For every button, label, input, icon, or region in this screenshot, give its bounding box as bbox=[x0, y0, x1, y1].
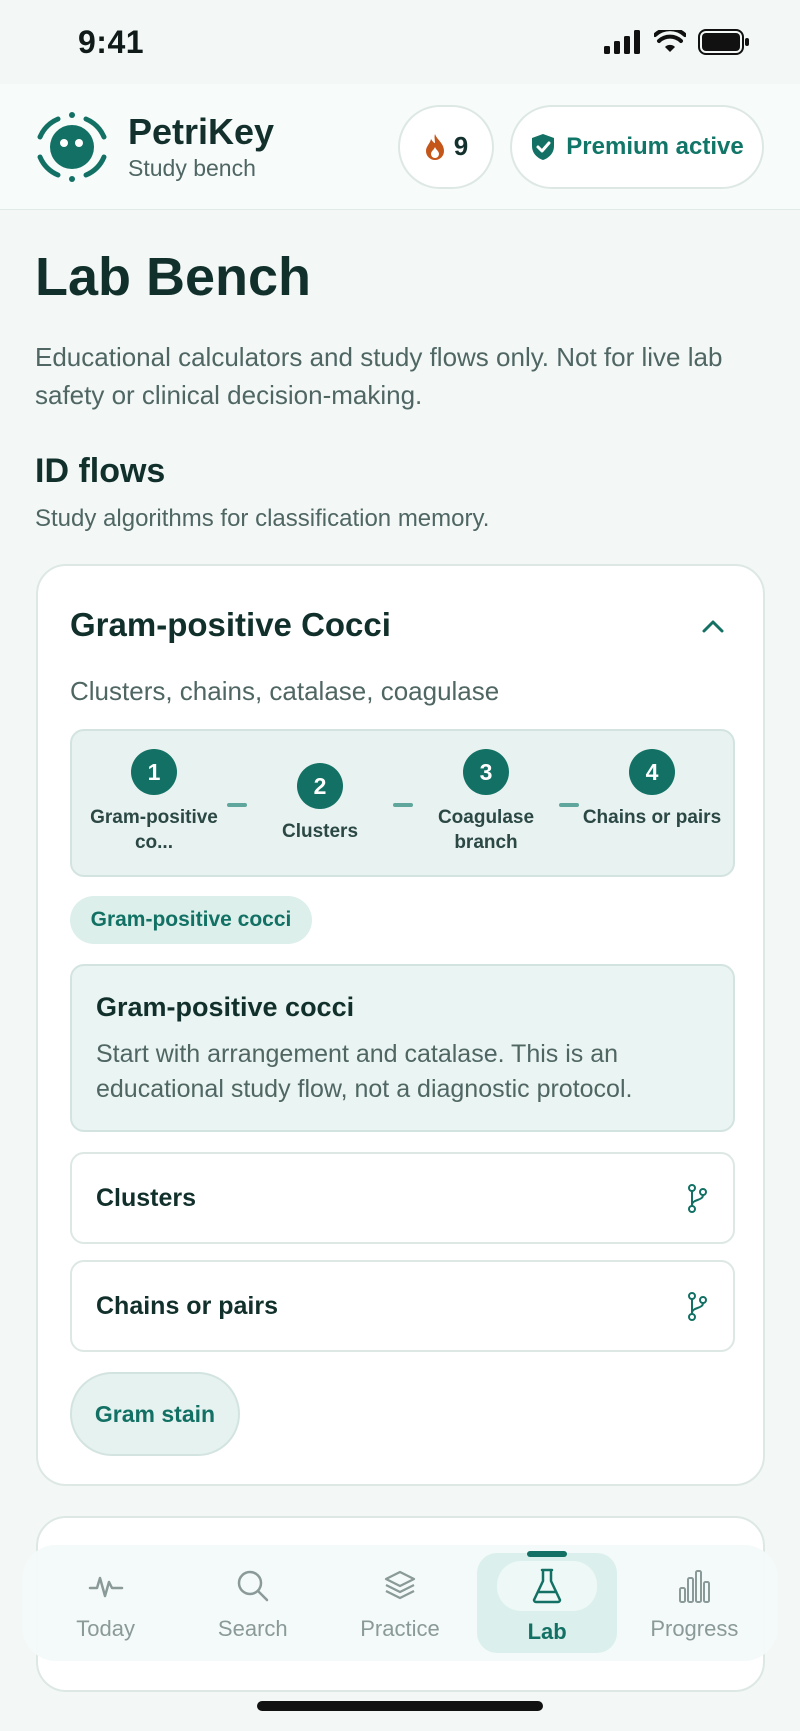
bottom-tab-bar: Today Search Practice Lab Progress bbox=[22, 1545, 778, 1661]
section-subtitle: Study algorithms for classification memo… bbox=[35, 505, 490, 532]
flow-step[interactable]: 2 Clusters bbox=[250, 763, 390, 844]
tab-label: Search bbox=[217, 1616, 288, 1641]
current-node-tag: Gram-positive cocci bbox=[70, 896, 312, 944]
brand-name: PetriKey bbox=[128, 110, 275, 152]
page-title: Lab Bench bbox=[35, 247, 312, 307]
step-number: 2 bbox=[297, 763, 343, 809]
tab-label: Practice bbox=[360, 1616, 440, 1641]
flow-step[interactable]: 4 Chains or pairs bbox=[582, 749, 722, 830]
page-description: Educational calculators and study flows … bbox=[35, 342, 723, 410]
card-title: Gram-positive Cocci bbox=[70, 606, 391, 643]
status-time: 9:41 bbox=[78, 23, 145, 60]
signal-icon bbox=[604, 30, 640, 54]
status-bar: 9:41 bbox=[0, 0, 800, 84]
step-label: Coagulase branch bbox=[437, 807, 535, 853]
back-to-gram-stain-button[interactable]: Gram stain bbox=[70, 1372, 240, 1456]
shield-check-icon bbox=[532, 133, 555, 160]
id-flow-card: Gram-positive Cocci Clusters, chains, ca… bbox=[36, 564, 765, 1486]
flow-step[interactable]: 3 Coagulase branch bbox=[416, 749, 556, 855]
card-subtitle: Clusters, chains, catalase, coagulase bbox=[70, 676, 500, 706]
step-number: 3 bbox=[463, 749, 509, 795]
brand-subtitle: Study bench bbox=[128, 154, 256, 181]
premium-status-button[interactable]: Premium active bbox=[510, 104, 764, 189]
step-connector bbox=[559, 803, 579, 807]
status-icons bbox=[604, 29, 750, 55]
branch-icon bbox=[688, 1292, 707, 1321]
active-tab-indicator bbox=[527, 1551, 568, 1557]
flow-step[interactable]: 1 Gram-positive co... bbox=[84, 749, 224, 855]
step-label: Clusters bbox=[281, 821, 359, 842]
node-info-box: Gram-positive cocci Start with arrangeme… bbox=[70, 964, 735, 1132]
tab-label: Progress bbox=[650, 1616, 739, 1641]
section-title: ID flows bbox=[35, 452, 166, 490]
battery-icon bbox=[698, 29, 749, 55]
branch-option-chains-or-pairs[interactable]: Chains or pairs bbox=[70, 1260, 735, 1352]
step-connector bbox=[227, 803, 247, 807]
app-header: PetriKey Study bench 9 Premium active bbox=[0, 84, 800, 210]
streak-button[interactable]: 9 bbox=[398, 104, 494, 189]
tab-search[interactable]: Search bbox=[183, 1553, 323, 1653]
step-label: Chains or pairs bbox=[582, 807, 722, 828]
petrikey-logo-icon bbox=[37, 111, 107, 182]
brand-block: PetriKey Study bench bbox=[128, 111, 274, 183]
flame-icon bbox=[425, 133, 444, 160]
flask-icon bbox=[532, 1568, 562, 1604]
premium-label: Premium active bbox=[566, 132, 744, 160]
tab-today[interactable]: Today bbox=[36, 1553, 176, 1653]
tab-practice[interactable]: Practice bbox=[330, 1553, 470, 1653]
branch-icon bbox=[688, 1184, 707, 1213]
option-label: Chains or pairs bbox=[96, 1291, 278, 1320]
tab-label: Lab bbox=[527, 1619, 567, 1644]
tab-progress[interactable]: Progress bbox=[624, 1553, 764, 1653]
bar-chart-icon bbox=[679, 1570, 711, 1603]
step-number: 1 bbox=[131, 749, 177, 795]
tab-lab[interactable]: Lab bbox=[477, 1551, 618, 1653]
layers-icon bbox=[384, 1570, 416, 1600]
node-info-text: Start with arrangement and catalase. Thi… bbox=[96, 1040, 633, 1103]
branch-option-clusters[interactable]: Clusters bbox=[70, 1152, 735, 1244]
streak-count: 9 bbox=[453, 131, 469, 161]
node-info-title: Gram-positive cocci bbox=[96, 992, 355, 1022]
option-label: Clusters bbox=[96, 1183, 197, 1212]
step-number: 4 bbox=[629, 749, 675, 795]
flow-steps: 1 Gram-positive co... 2 Clusters 3 Coagu… bbox=[70, 729, 735, 877]
search-icon bbox=[237, 1570, 269, 1602]
chevron-up-icon[interactable] bbox=[699, 612, 727, 640]
wifi-icon bbox=[654, 30, 686, 52]
tab-label: Today bbox=[76, 1616, 135, 1641]
home-indicator bbox=[257, 1701, 543, 1711]
step-connector bbox=[393, 803, 413, 807]
pulse-icon bbox=[88, 1576, 123, 1598]
step-label: Gram-positive co... bbox=[90, 807, 218, 853]
